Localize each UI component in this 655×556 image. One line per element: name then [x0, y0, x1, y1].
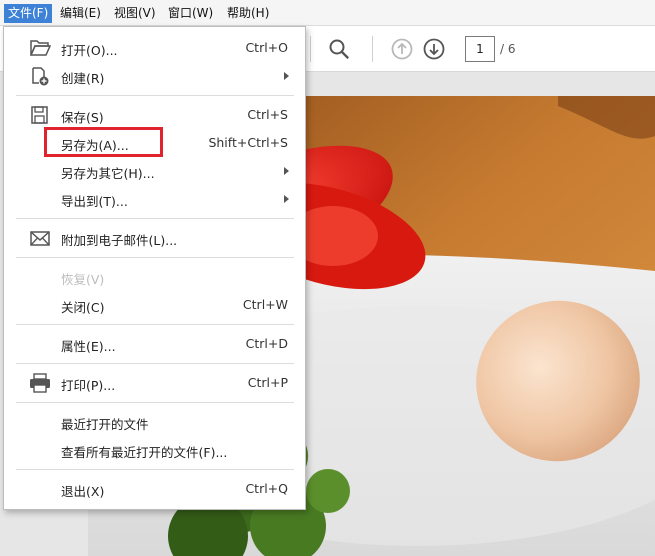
menu-separator	[16, 257, 294, 258]
menu-item-label: 打印(P)...	[61, 378, 116, 393]
save-icon	[31, 106, 48, 124]
page-up-icon[interactable]	[391, 38, 413, 60]
menu-item-revert: 恢复(V)	[4, 265, 305, 289]
menu-item-save-as-other[interactable]: 另存为其它(H)...	[4, 159, 305, 183]
menu-separator	[16, 469, 294, 470]
highlight-box	[44, 127, 163, 157]
menu-item-label: 退出(X)	[61, 484, 105, 499]
menu-item-label: 属性(E)...	[61, 339, 116, 354]
menu-separator	[16, 363, 294, 364]
menu-view[interactable]: 视图(V)	[110, 4, 160, 23]
shortcut-label: Ctrl+O	[245, 40, 288, 55]
menu-item-label: 另存为其它(H)...	[61, 166, 155, 181]
shortcut-label: Ctrl+S	[247, 107, 288, 122]
menu-bar: 文件(F) 编辑(E) 视图(V) 窗口(W) 帮助(H)	[0, 0, 655, 26]
menu-separator	[16, 218, 294, 219]
menu-item-open[interactable]: 打开(O)... Ctrl+O	[4, 36, 305, 60]
menu-item-label: 恢复(V)	[61, 272, 105, 287]
menu-item-label: 打开(O)...	[61, 43, 118, 58]
menu-window[interactable]: 窗口(W)	[164, 4, 217, 23]
menu-item-label: 附加到电子邮件(L)...	[61, 233, 178, 248]
menu-item-print[interactable]: 打印(P)... Ctrl+P	[4, 371, 305, 395]
toolbar-separator	[310, 36, 311, 62]
page-number-input[interactable]: 1	[465, 36, 495, 62]
menu-item-label: 最近打开的文件	[61, 417, 149, 432]
printer-icon	[30, 373, 50, 393]
shortcut-label: Ctrl+P	[247, 375, 288, 390]
menu-edit[interactable]: 编辑(E)	[56, 4, 105, 23]
shortcut-label: Ctrl+D	[245, 336, 288, 351]
menu-item-label: 保存(S)	[61, 110, 104, 125]
toolbar-separator	[372, 36, 373, 62]
menu-item-export-to[interactable]: 导出到(T)...	[4, 187, 305, 211]
menu-item-recent-files[interactable]: 最近打开的文件	[4, 410, 305, 434]
menu-help[interactable]: 帮助(H)	[223, 4, 273, 23]
menu-item-close[interactable]: 关闭(C) Ctrl+W	[4, 293, 305, 317]
shortcut-label: Shift+Ctrl+S	[208, 135, 288, 150]
page-down-icon[interactable]	[423, 38, 445, 60]
submenu-arrow-icon	[284, 195, 289, 203]
search-icon[interactable]	[328, 38, 350, 60]
envelope-icon	[30, 231, 50, 246]
shortcut-label: Ctrl+Q	[245, 481, 288, 496]
menu-item-label: 创建(R)	[61, 71, 105, 86]
menu-item-create[interactable]: 创建(R)	[4, 64, 305, 88]
create-icon	[32, 67, 49, 86]
menu-item-save[interactable]: 保存(S) Ctrl+S	[4, 103, 305, 127]
menu-separator	[16, 324, 294, 325]
menu-item-properties[interactable]: 属性(E)... Ctrl+D	[4, 332, 305, 356]
folder-open-icon	[29, 40, 51, 56]
shortcut-label: Ctrl+W	[242, 297, 288, 312]
submenu-arrow-icon	[284, 72, 289, 80]
menu-item-exit[interactable]: 退出(X) Ctrl+Q	[4, 477, 305, 501]
menu-item-label: 查看所有最近打开的文件(F)...	[61, 445, 228, 460]
file-menu-dropdown: 打开(O)... Ctrl+O 创建(R) 保存(S) Ctrl+S 另存为(A…	[3, 26, 306, 510]
menu-file[interactable]: 文件(F)	[4, 4, 53, 23]
menu-item-label: 关闭(C)	[61, 300, 105, 315]
menu-item-label: 导出到(T)...	[61, 194, 128, 209]
page-total: / 6	[500, 42, 516, 56]
menu-item-view-all-recent[interactable]: 查看所有最近打开的文件(F)...	[4, 438, 305, 462]
menu-separator	[16, 95, 294, 96]
submenu-arrow-icon	[284, 167, 289, 175]
menu-item-attach-email[interactable]: 附加到电子邮件(L)...	[4, 226, 305, 250]
menu-separator	[16, 402, 294, 403]
